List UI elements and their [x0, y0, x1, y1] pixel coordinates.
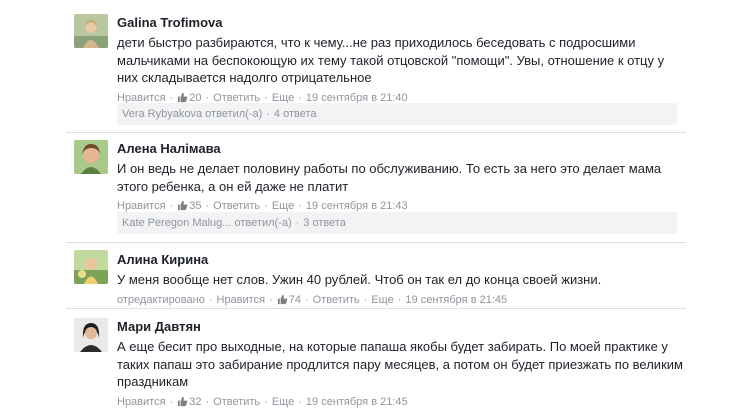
replies-link[interactable]: Kate Peregon Malug... ответил(-а) · 3 отве…	[117, 212, 677, 234]
avatar[interactable]	[74, 250, 108, 284]
separator: ·	[363, 293, 368, 306]
reply-button[interactable]: Ответить	[313, 294, 360, 306]
separator: ·	[269, 293, 273, 306]
comment-text: У меня вообще нет слов. Ужин 40 рублей. …	[117, 272, 602, 287]
separator: ·	[298, 91, 302, 104]
separator: ·	[205, 200, 210, 212]
avatar[interactable]	[74, 140, 108, 174]
avatar[interactable]	[74, 318, 108, 352]
comment-author[interactable]: Алина Кирина	[117, 252, 687, 268]
replies-link[interactable]: Vera Rybyakova ответил(-а) · 4 ответа	[117, 103, 677, 125]
comment-body: Алина Кирина У меня вообще нет слов. Ужи…	[117, 252, 687, 307]
replies-author: Vera Rybyakova ответил(-а)	[122, 108, 263, 120]
separator: ·	[266, 108, 270, 120]
comment-actions: Нравится · 35 · Ответить · Еще · 19 сентября в 2…	[117, 199, 687, 213]
comment-timestamp[interactable]: 19 сентября в 21:40	[306, 92, 408, 104]
more-button[interactable]: Еще	[371, 294, 393, 306]
replies-count: 3 ответа	[303, 217, 346, 229]
comment-body: Алена Налімава И он ведь не делает полов…	[117, 141, 687, 213]
thumbs-up-icon	[178, 396, 188, 406]
more-button[interactable]: Еще	[272, 200, 294, 212]
separator: ·	[264, 200, 268, 212]
comment-text: И он ведь не делает половину работы по о…	[117, 161, 662, 194]
separator: ·	[208, 293, 213, 306]
divider	[66, 132, 686, 133]
avatar[interactable]	[74, 14, 108, 48]
separator: ·	[205, 91, 210, 104]
like-count[interactable]: 20	[177, 92, 201, 104]
like-count[interactable]: 35	[177, 200, 201, 212]
reply-button[interactable]: Ответить	[213, 92, 260, 104]
reply-button[interactable]: Ответить	[213, 200, 260, 212]
comment-body: Galina Trofimova дети быстро разбираются…	[117, 15, 687, 105]
like-count-value: 35	[189, 200, 202, 212]
like-button[interactable]: Нравится	[117, 200, 166, 212]
separator: ·	[169, 91, 174, 104]
replies-count: 4 ответа	[273, 108, 317, 120]
comment-author[interactable]: Мари Давтян	[117, 319, 687, 335]
like-button[interactable]: Нравится	[117, 92, 166, 104]
comment-text: дети быстро разбираются, что к чему...не…	[117, 35, 665, 85]
comment-timestamp[interactable]: 19 сентября в 21:45	[405, 294, 507, 306]
comment-author[interactable]: Galina Trofimova	[117, 15, 687, 31]
comment-actions: отредактировано · Нравится · 74 · Ответить · Еще…	[117, 293, 687, 307]
separator: ·	[304, 293, 309, 306]
comment-body: Мари Давтян А еще бесит про выходные, на…	[117, 319, 687, 409]
thumbs-up-icon	[178, 92, 188, 102]
like-count-value: 20	[189, 91, 202, 104]
divider	[66, 308, 686, 309]
thumbs-up-icon	[277, 294, 287, 304]
edited-label: отредактировано	[117, 293, 205, 306]
like-count-value: 74	[288, 293, 301, 306]
separator: ·	[298, 200, 302, 212]
separator: ·	[295, 217, 300, 229]
more-button[interactable]: Еще	[272, 92, 294, 104]
comment-timestamp[interactable]: 19 сентября в 21:43	[306, 200, 408, 212]
separator: ·	[397, 293, 402, 306]
comment-text: А еще бесит про выходные, на которые пап…	[117, 339, 683, 389]
comment-actions: Нравится · 32 · Ответить · Еще · 19 сентября в 2…	[117, 395, 687, 409]
separator: ·	[169, 200, 174, 212]
replies-author: Kate Peregon Malug... ответил(-а)	[122, 217, 292, 229]
comment-author[interactable]: Алена Налімава	[117, 141, 687, 157]
separator: ·	[264, 91, 268, 104]
like-button[interactable]: Нравится	[217, 294, 266, 306]
like-count[interactable]: 74	[277, 294, 301, 306]
divider	[66, 242, 686, 243]
thumbs-up-icon	[178, 200, 188, 211]
